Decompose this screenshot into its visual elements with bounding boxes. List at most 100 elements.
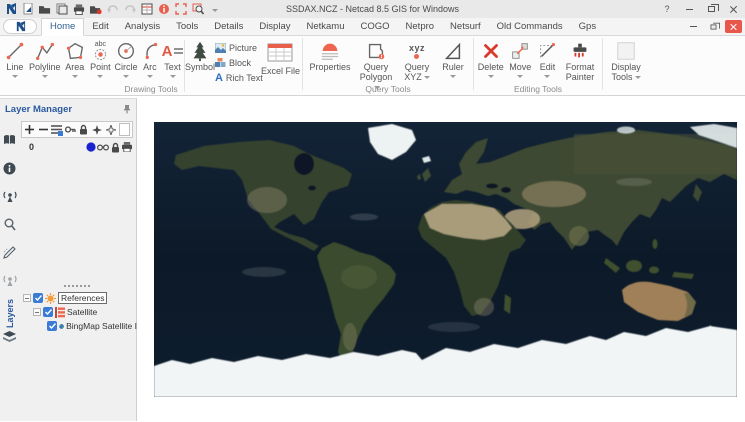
undo-icon[interactable] (107, 3, 119, 15)
layer-lock-icon[interactable] (109, 141, 121, 153)
layer-tree: References Satellite BingMap Satellite I (21, 291, 137, 333)
button-label: Picture (228, 43, 257, 53)
restore-button[interactable] (701, 2, 721, 17)
tab-display[interactable]: Display (251, 19, 298, 35)
title-bar: SSDAX.NCZ - Netcad 8.5 GIS for Windows ? (0, 0, 745, 18)
layer-print-icon[interactable] (121, 141, 133, 153)
active-layer-row[interactable]: 0 (21, 140, 133, 154)
button-label: Rich Text (225, 73, 263, 83)
table-view-icon[interactable] (141, 3, 153, 15)
layers-bottom-tab[interactable]: Layers (3, 299, 16, 343)
tab-details[interactable]: Details (206, 19, 251, 35)
format-painter-button[interactable]: Format Painter (560, 38, 600, 82)
circle-button[interactable]: Circle (113, 38, 139, 78)
checkbox-checked[interactable] (47, 321, 57, 331)
rich-text-button[interactable]: A Rich Text (215, 71, 263, 85)
print-icon[interactable] (73, 3, 85, 15)
line-button[interactable]: Line (2, 38, 28, 78)
save-icon[interactable] (56, 3, 68, 15)
tab-netpro[interactable]: Netpro (398, 19, 443, 35)
properties-button[interactable]: Properties (305, 38, 355, 72)
map-viewport[interactable] (154, 122, 737, 397)
edit-button[interactable]: Edit (535, 38, 560, 78)
signal-antenna-icon[interactable] (2, 189, 17, 203)
open-folder-icon[interactable] (39, 3, 51, 15)
save-alert-icon[interactable] (90, 3, 102, 15)
select-region-icon[interactable] (175, 3, 187, 15)
checkbox-checked[interactable] (33, 293, 43, 303)
tree-item-bingmap[interactable]: BingMap Satellite I (21, 319, 137, 333)
tab-netsurf[interactable]: Netsurf (442, 19, 489, 35)
info-icon[interactable] (158, 3, 170, 15)
tab-cogo[interactable]: COGO (353, 19, 398, 35)
bring-front-star-icon[interactable] (92, 123, 103, 136)
tab-tools[interactable]: Tools (168, 19, 206, 35)
button-label: Delete (477, 62, 504, 72)
help-button[interactable]: ? (657, 2, 677, 17)
polyline-button[interactable]: Polyline (28, 38, 62, 78)
query-xyz-button[interactable]: xyz Query XYZ (397, 38, 437, 82)
remove-layer-button[interactable] (37, 123, 48, 136)
dropdown-caret-icon (97, 75, 104, 78)
point-icon (94, 48, 106, 61)
area-icon (66, 42, 83, 60)
properties-icon (321, 43, 339, 60)
dropdown-caret-icon (146, 75, 153, 78)
button-label: Polyline (29, 62, 61, 72)
delete-button[interactable]: Delete (476, 38, 505, 78)
tree-item-references[interactable]: References (21, 291, 137, 305)
area-button[interactable]: Area (62, 38, 88, 78)
tree-item-satellite[interactable]: Satellite (21, 305, 137, 319)
symbol-button[interactable]: Symbol (185, 38, 215, 72)
tab-gps[interactable]: Gps (571, 19, 604, 35)
info-circle-icon[interactable] (3, 161, 17, 175)
doc-restore-button[interactable] (705, 20, 722, 33)
button-label: Query XYZ (404, 62, 430, 82)
doc-close-button[interactable] (725, 20, 742, 33)
tab-home[interactable]: Home (41, 18, 85, 36)
send-back-star-icon[interactable] (105, 123, 116, 136)
button-label: Edit (539, 62, 556, 72)
xyz-icon-text: xyz (408, 42, 425, 53)
visibility-glasses-icon[interactable] (97, 141, 109, 153)
layer-filter-box[interactable] (119, 123, 130, 136)
tab-analysis[interactable]: Analysis (117, 19, 168, 35)
doc-minimize-button[interactable] (685, 20, 702, 33)
checkbox-checked[interactable] (43, 307, 53, 317)
move-button[interactable]: Move (505, 38, 534, 78)
arc-button[interactable]: Arc (139, 38, 161, 78)
tab-netkamu[interactable]: Netkamu (298, 19, 352, 35)
key-icon[interactable] (65, 123, 76, 136)
tab-old-commands[interactable]: Old Commands (489, 19, 571, 35)
block-button[interactable]: Block (214, 56, 261, 70)
tree-item-label: References (58, 292, 108, 304)
edit-icon (540, 43, 556, 58)
panel-splitter[interactable] (21, 283, 133, 289)
close-button[interactable] (723, 2, 743, 17)
new-file-icon[interactable] (22, 3, 34, 15)
excel-file-button[interactable]: Excel File (261, 38, 300, 76)
sketch-pencil-icon[interactable] (3, 245, 17, 259)
display-tools-button[interactable]: Display Tools (605, 38, 647, 82)
zoom-region-icon[interactable] (192, 3, 204, 15)
collapse-box-icon[interactable] (33, 308, 41, 316)
app-menu-button[interactable] (3, 19, 37, 34)
layer-color-swatch[interactable] (85, 141, 97, 153)
layer-list-button[interactable] (50, 123, 63, 136)
redo-icon[interactable] (124, 3, 136, 15)
pin-icon[interactable] (123, 104, 131, 114)
search-icon[interactable] (3, 217, 17, 231)
collapse-box-icon[interactable] (23, 294, 31, 302)
lock-icon[interactable] (78, 123, 89, 136)
ruler-button[interactable]: Ruler (437, 38, 469, 78)
text-button[interactable]: A Text (161, 38, 184, 78)
picture-button[interactable]: Picture (214, 41, 261, 55)
tab-edit[interactable]: Edit (84, 19, 116, 35)
notebook-icon[interactable] (3, 133, 17, 147)
point-button[interactable]: abc Point (88, 38, 114, 78)
signal-off-icon[interactable] (2, 273, 17, 287)
button-label: Symbol (184, 62, 215, 72)
minimize-button[interactable] (679, 2, 699, 17)
qat-caret-icon[interactable] (209, 3, 221, 15)
add-layer-button[interactable] (24, 123, 35, 136)
